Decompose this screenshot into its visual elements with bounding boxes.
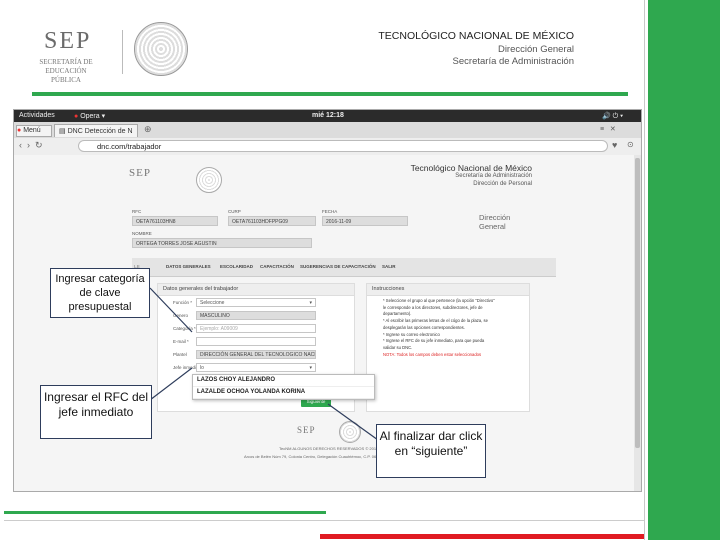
red-rule-bottom [320, 534, 644, 539]
callout-categoria: Ingresar categoría de clave presupuestal [50, 268, 150, 318]
callout-rfc-jefe: Ingresar el RFC del jefe inmediato [40, 385, 152, 439]
gray-rule-bottom [4, 520, 644, 521]
callout-siguiente: Al finalizar dar click en “siguiente” [376, 424, 486, 478]
green-rule-bottom [4, 511, 326, 514]
